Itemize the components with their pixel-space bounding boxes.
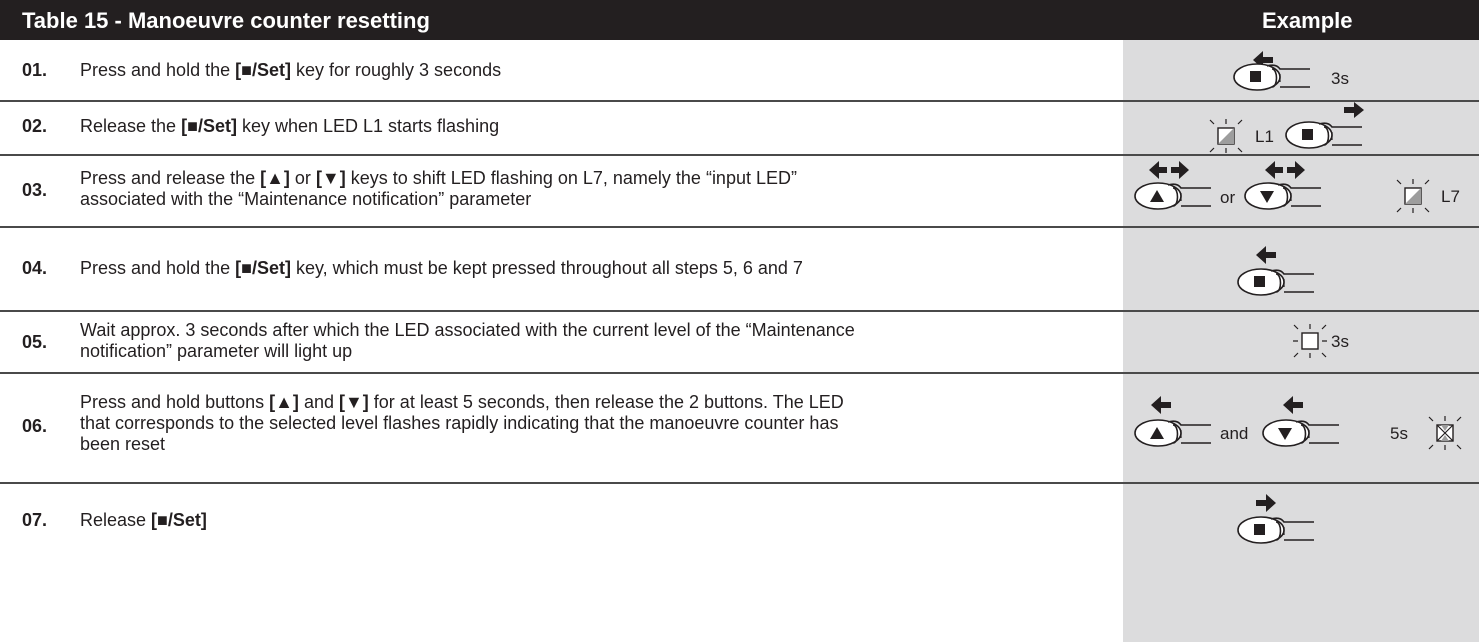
- set-key-finger-icon: [1233, 63, 1310, 91]
- arrow-left-right-icon: [1149, 161, 1189, 179]
- led-label: L7: [1441, 187, 1460, 206]
- table-title: Table 15 - Manoeuvre counter resetting: [22, 8, 430, 33]
- set-key-finger-icon: [1285, 121, 1362, 149]
- step-number: 07.: [22, 510, 48, 530]
- step-description: Press and hold the [■/Set] key, which mu…: [80, 258, 1100, 279]
- example-cell: L1: [1123, 100, 1479, 154]
- table-row-05: 05. Wait approx. 3 seconds after which t…: [0, 310, 1479, 374]
- step-description: Release the [■/Set] key when LED L1 star…: [80, 116, 1100, 137]
- example-cell: 3s: [1123, 310, 1479, 372]
- arrow-left-icon: [1256, 246, 1276, 264]
- step-description: Release [■/Set]: [80, 510, 1100, 531]
- hold-time: 3s: [1331, 69, 1349, 88]
- text: key when LED L1 starts flashing: [236, 116, 500, 136]
- arrow-right-icon: [1344, 102, 1364, 118]
- key-label: [▼]: [338, 392, 369, 412]
- arrow-right-icon: [1256, 494, 1276, 512]
- example-cell: or L7: [1123, 154, 1479, 226]
- text: Release the: [80, 116, 182, 136]
- text: Release: [80, 510, 152, 530]
- text: key, which must be kept pressed througho…: [290, 258, 803, 278]
- key-label: [▲]: [260, 168, 290, 188]
- reset-counter-diagram: and 5s: [1134, 396, 1462, 450]
- up-key-finger-icon: [1134, 182, 1211, 210]
- text: Press and hold the: [80, 60, 236, 80]
- down-key-finger-icon: [1244, 182, 1321, 210]
- example-cell: 3s: [1123, 40, 1479, 100]
- example-cell: [1123, 226, 1479, 310]
- down-key-finger-icon: [1262, 419, 1339, 447]
- led-lit-diagram: 3s: [1293, 324, 1349, 358]
- table-row-02: 02. Release the [■/Set] key when LED L1 …: [0, 100, 1479, 156]
- up-key-finger-icon: [1134, 419, 1211, 447]
- example-cell: and 5s: [1123, 372, 1479, 482]
- conjunction-or: or: [1220, 188, 1235, 207]
- table-header: Table 15 - Manoeuvre counter resetting E…: [0, 0, 1479, 40]
- step-description: Wait approx. 3 seconds after which the L…: [80, 320, 870, 362]
- text: Press and release the: [80, 168, 261, 188]
- table-row-04: 04. Press and hold the [■/Set] key, whic…: [0, 226, 1479, 312]
- example-cell: [1123, 482, 1479, 562]
- text: Press and hold buttons: [80, 392, 270, 412]
- text: and: [298, 392, 339, 412]
- table-row-07: 07. Release [■/Set]: [0, 482, 1479, 642]
- led-label: L1: [1255, 127, 1274, 146]
- table-row-01: 01. Press and hold the [■/Set] key for r…: [0, 40, 1479, 102]
- hold-time: 5s: [1390, 424, 1408, 443]
- key-label: [▲]: [269, 392, 299, 412]
- flashing-led-icon: [1209, 119, 1243, 153]
- step-description: Press and release the [▲] or [▼] keys to…: [80, 168, 840, 210]
- step-description: Press and hold buttons [▲] and [▼] for a…: [80, 392, 850, 455]
- manoeuvre-counter-table: Table 15 - Manoeuvre counter resetting E…: [0, 0, 1479, 642]
- release-set-diagram: [1237, 494, 1314, 544]
- press-hold-set-diagram: [1237, 246, 1314, 296]
- step-number: 01.: [22, 60, 48, 80]
- step-number: 04.: [22, 258, 48, 278]
- rapid-flashing-led-icon: [1428, 416, 1462, 450]
- key-label: [▼]: [315, 168, 346, 188]
- up-down-keys-diagram: or L7: [1134, 161, 1460, 213]
- key-label: [■/Set]: [181, 116, 237, 136]
- set-key-finger-icon: [1237, 268, 1314, 296]
- arrow-left-icon: [1283, 396, 1303, 414]
- arrow-left-right-icon: [1265, 161, 1305, 179]
- example-column-header: Example: [1262, 8, 1353, 33]
- text: key for roughly 3 seconds: [290, 60, 502, 80]
- conjunction-and: and: [1220, 424, 1248, 443]
- step-number: 06.: [22, 416, 48, 436]
- arrow-left-icon: [1151, 396, 1171, 414]
- step-description: Press and hold the [■/Set] key for rough…: [80, 60, 1100, 81]
- key-label: [■/Set]: [235, 60, 291, 80]
- step-number: 02.: [22, 116, 48, 136]
- lit-led-icon: [1293, 324, 1327, 358]
- key-label: [■/Set]: [151, 510, 207, 530]
- text: Press and hold the: [80, 258, 236, 278]
- set-key-finger-icon: [1237, 516, 1314, 544]
- wait-time: 3s: [1331, 332, 1349, 351]
- step-number: 03.: [22, 180, 48, 200]
- key-label: [■/Set]: [235, 258, 291, 278]
- table-row-03: 03. Press and release the [▲] or [▼] key…: [0, 154, 1479, 228]
- step-number: 05.: [22, 332, 48, 352]
- table-row-06: 06. Press and hold buttons [▲] and [▼] f…: [0, 372, 1479, 484]
- text: or: [289, 168, 316, 188]
- text: Wait approx. 3 seconds after which the L…: [80, 320, 855, 361]
- flashing-led-icon: [1396, 179, 1430, 213]
- press-hold-set-diagram: 3s: [1233, 51, 1349, 91]
- release-set-diagram: L1: [1209, 102, 1364, 153]
